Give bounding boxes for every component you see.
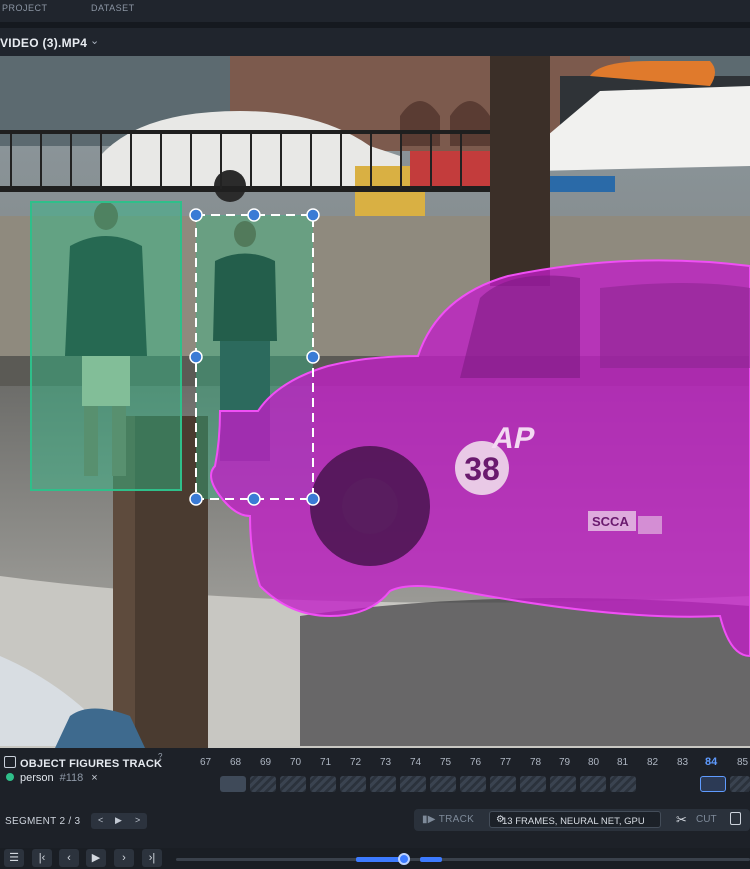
frame-number[interactable]: 67 — [200, 757, 211, 768]
frame-number[interactable]: 82 — [647, 757, 658, 768]
frame-number[interactable]: 83 — [677, 757, 688, 768]
frame-number[interactable]: 68 — [230, 757, 241, 768]
track-cell[interactable] — [460, 776, 486, 792]
handle-tl — [189, 208, 203, 222]
play-icon[interactable]: ▶ — [86, 849, 106, 867]
handle-ml — [189, 350, 203, 364]
segment-label: SEGMENT 2 / 3 — [5, 816, 81, 827]
video-canvas[interactable]: 38 AP SCCA — [0, 56, 750, 748]
track-title: OBJECT FIGURES TRACK — [20, 758, 163, 770]
timeline-segment — [356, 857, 404, 862]
help-icon[interactable]: ? — [158, 752, 162, 761]
frame-number[interactable]: 70 — [290, 757, 301, 768]
timeline-playhead[interactable] — [398, 853, 410, 865]
segment-play-button[interactable]: ▶ — [115, 815, 122, 826]
figures-icon — [4, 756, 16, 768]
step-back-icon[interactable]: ‹ — [59, 849, 79, 867]
frame-number[interactable]: 71 — [320, 757, 331, 768]
annotation-controls: OBJECT FIGURES TRACK ? 67 68 69 70 71 72… — [0, 748, 750, 869]
track-cell[interactable] — [580, 776, 606, 792]
file-bar: VIDEO (3).MP4 ⌄ — [0, 28, 750, 56]
handle-mr — [306, 350, 320, 364]
frame-number[interactable]: 80 — [588, 757, 599, 768]
track-toolbar: ▮▶ TRACK ⚙ 13 FRAMES, NEURAL NET, GPU ✂ … — [414, 809, 750, 831]
handle-bc — [247, 492, 261, 506]
current-frame-number[interactable]: 84 — [705, 756, 717, 768]
scissors-icon[interactable]: ✂ — [676, 812, 687, 828]
top-nav-bar: PROJECT DATASET — [0, 0, 750, 22]
breadcrumb-dataset[interactable]: DATASET — [91, 3, 135, 13]
class-color-dot — [6, 773, 14, 781]
car-ap-label: AP — [489, 422, 538, 455]
frame-number[interactable]: 76 — [470, 757, 481, 768]
track-cell[interactable] — [250, 776, 276, 792]
skip-end-icon[interactable]: ›| — [142, 849, 162, 867]
track-cell[interactable] — [220, 776, 246, 792]
frame-number[interactable]: 72 — [350, 757, 361, 768]
object-id: #118 — [59, 772, 84, 784]
track-cell[interactable] — [610, 776, 636, 792]
track-button[interactable]: ▮▶ TRACK — [422, 814, 474, 825]
segment-next-button[interactable]: > — [135, 815, 140, 825]
car-scca-label: SCCA — [592, 514, 629, 529]
cut-label[interactable]: CUT — [696, 814, 717, 825]
settings-sliders-icon[interactable]: ☰ — [4, 849, 24, 867]
car-number-label: 38 — [464, 451, 500, 487]
timeline-scrubber[interactable] — [176, 853, 750, 865]
copy-icon[interactable] — [730, 812, 741, 825]
step-forward-icon[interactable]: › — [114, 849, 134, 867]
frame-number[interactable]: 85 — [737, 757, 748, 768]
track-cell[interactable] — [280, 776, 306, 792]
track-cell[interactable] — [490, 776, 516, 792]
object-class: person — [20, 772, 54, 784]
track-cell[interactable] — [310, 776, 336, 792]
track-cell[interactable] — [340, 776, 366, 792]
player-controls: ☰ |‹ ‹ ▶ › ›| — [0, 848, 750, 869]
person-bbox-1 — [30, 201, 182, 491]
track-cell[interactable] — [430, 776, 456, 792]
timeline-segment — [420, 857, 442, 862]
handle-br — [306, 492, 320, 506]
remove-object-icon[interactable]: × — [91, 772, 97, 784]
track-settings-button[interactable]: ⚙ 13 FRAMES, NEURAL NET, GPU — [489, 811, 661, 828]
handle-tr — [306, 208, 320, 222]
frame-number[interactable]: 73 — [380, 757, 391, 768]
segment-nav: < ▶ > — [91, 813, 147, 829]
file-selector[interactable]: VIDEO (3).MP4 — [0, 36, 87, 50]
track-cell[interactable] — [520, 776, 546, 792]
frame-number[interactable]: 81 — [617, 757, 628, 768]
frame-number[interactable]: 69 — [260, 757, 271, 768]
track-cell[interactable] — [730, 776, 750, 792]
current-track-cell[interactable] — [700, 776, 726, 792]
chevron-down-icon[interactable]: ⌄ — [90, 34, 99, 47]
frame-number[interactable]: 79 — [559, 757, 570, 768]
object-row[interactable]: person #118 × — [6, 772, 98, 784]
handle-bl — [189, 492, 203, 506]
track-frame-strip[interactable] — [220, 776, 750, 794]
track-cell[interactable] — [370, 776, 396, 792]
track-settings-text: 13 FRAMES, NEURAL NET, GPU — [502, 816, 645, 827]
breadcrumb-project[interactable]: PROJECT — [2, 3, 48, 13]
handle-tc — [247, 208, 261, 222]
frame-number[interactable]: 78 — [530, 757, 541, 768]
track-cell[interactable] — [550, 776, 576, 792]
frame-number[interactable]: 75 — [440, 757, 451, 768]
annotated-frame: 38 AP SCCA — [0, 56, 750, 748]
track-header: OBJECT FIGURES TRACK — [4, 756, 162, 770]
skip-start-icon[interactable]: |‹ — [32, 849, 52, 867]
segment-prev-button[interactable]: < — [98, 815, 103, 825]
frame-number[interactable]: 74 — [410, 757, 421, 768]
frame-number[interactable]: 77 — [500, 757, 511, 768]
track-cell[interactable] — [400, 776, 426, 792]
